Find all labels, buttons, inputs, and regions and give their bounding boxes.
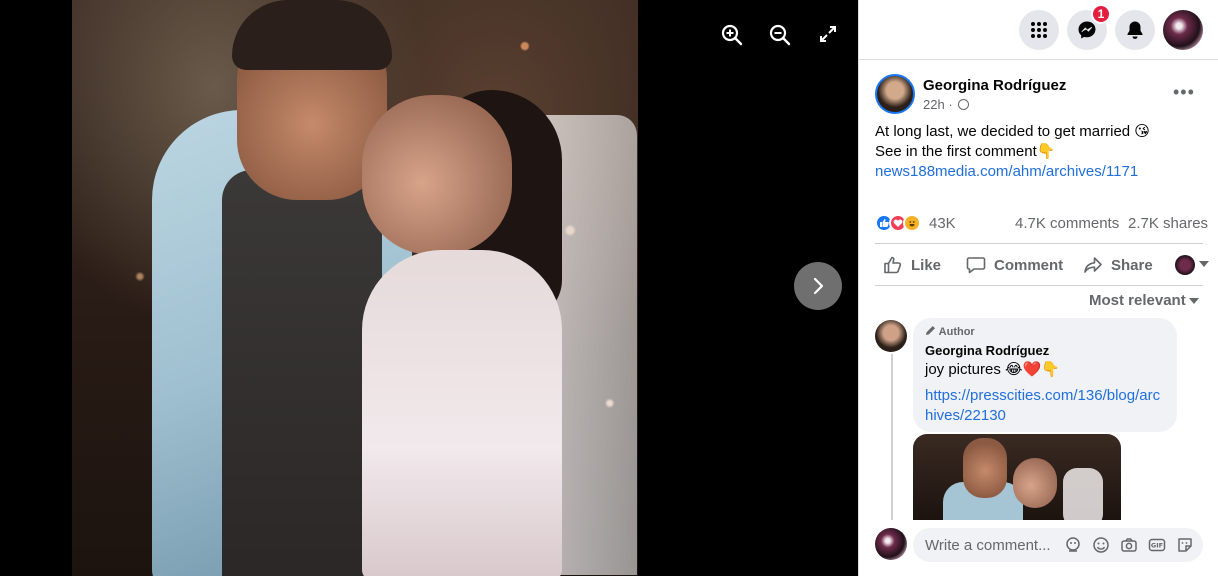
fullscreen-icon[interactable] [816,24,840,48]
messenger-icon [1078,21,1096,39]
messenger-badge: 1 [1091,4,1111,24]
like-button[interactable]: Like [883,248,941,282]
share-label: Share [1111,256,1153,274]
post-text-line-1: At long last, we decided to get married … [875,123,1150,140]
share-icon [1084,257,1102,273]
composer-avatar[interactable] [875,528,907,560]
comment-button[interactable]: Comment [966,248,1063,282]
shares-count[interactable]: 2.7K shares [1128,215,1208,232]
grid-icon [1031,22,1047,38]
photo-viewer [0,0,858,576]
divider [875,243,1203,244]
avatar-sticker-icon[interactable] [1064,536,1082,554]
bell-icon [1127,21,1143,39]
next-photo-button[interactable] [794,262,842,310]
sort-comments-dropdown[interactable]: Most relevant [1089,292,1186,309]
author-tag: Author [925,325,975,338]
post-timestamp[interactable]: 22h · [923,97,970,112]
post-photo[interactable] [72,0,638,576]
pencil-icon [926,326,935,335]
zoom-in-icon[interactable] [720,24,744,48]
comment-input[interactable] [925,535,1065,555]
sticker-icon[interactable] [1176,536,1194,554]
author-tag-label: Author [938,326,975,338]
like-icon [884,256,902,274]
author-name[interactable]: Georgina Rodríguez [923,77,1066,94]
comment-link[interactable]: https://presscities.com/136/blog/archive… [925,386,1165,426]
commenter-avatar[interactable] [875,320,907,352]
chevron-down-icon[interactable] [1189,298,1199,304]
post-text: At long last, we decided to get married … [875,122,1205,182]
menu-button[interactable] [1019,10,1059,50]
comments-count[interactable]: 4.7K comments [1015,215,1119,232]
camera-icon[interactable] [1120,536,1138,554]
share-button[interactable]: Share [1083,248,1153,282]
reactions-summary[interactable]: 43K [875,212,956,234]
post-time-text: 22h [923,97,945,112]
chevron-right-icon [813,277,824,295]
commenter-name[interactable]: Georgina Rodríguez [925,343,1049,358]
notifications-button[interactable] [1115,10,1155,50]
like-label: Like [911,256,942,274]
more-options-icon[interactable]: ••• [1173,82,1195,103]
globe-icon [958,99,970,110]
top-bar: 1 [859,0,1218,60]
svg-text:GIF: GIF [1151,542,1163,550]
post-text-line-2: See in the first comment👇 [875,143,1056,160]
haha-reaction-icon [903,214,921,232]
emoji-icon[interactable] [1092,536,1110,554]
thread-line [891,354,893,520]
post-side-panel: 1 Georgina Rodríguez 22h · ••• At long l… [858,0,1218,576]
divider [875,285,1203,286]
comment-attached-photo[interactable] [913,434,1121,520]
share-as-avatar[interactable] [1175,255,1195,275]
author-avatar[interactable] [875,74,915,114]
comment-icon [966,257,986,274]
reaction-count[interactable]: 43K [929,215,956,232]
zoom-out-icon[interactable] [768,24,792,48]
post-link[interactable]: news188media.com/ahm/archives/1171 [875,162,1205,182]
comment-text: joy pictures 😂❤️👇 [925,361,1060,378]
chevron-down-icon[interactable] [1199,261,1209,267]
gif-icon[interactable]: GIF [1148,536,1166,554]
account-avatar[interactable] [1163,10,1203,50]
comment-label: Comment [994,256,1064,274]
